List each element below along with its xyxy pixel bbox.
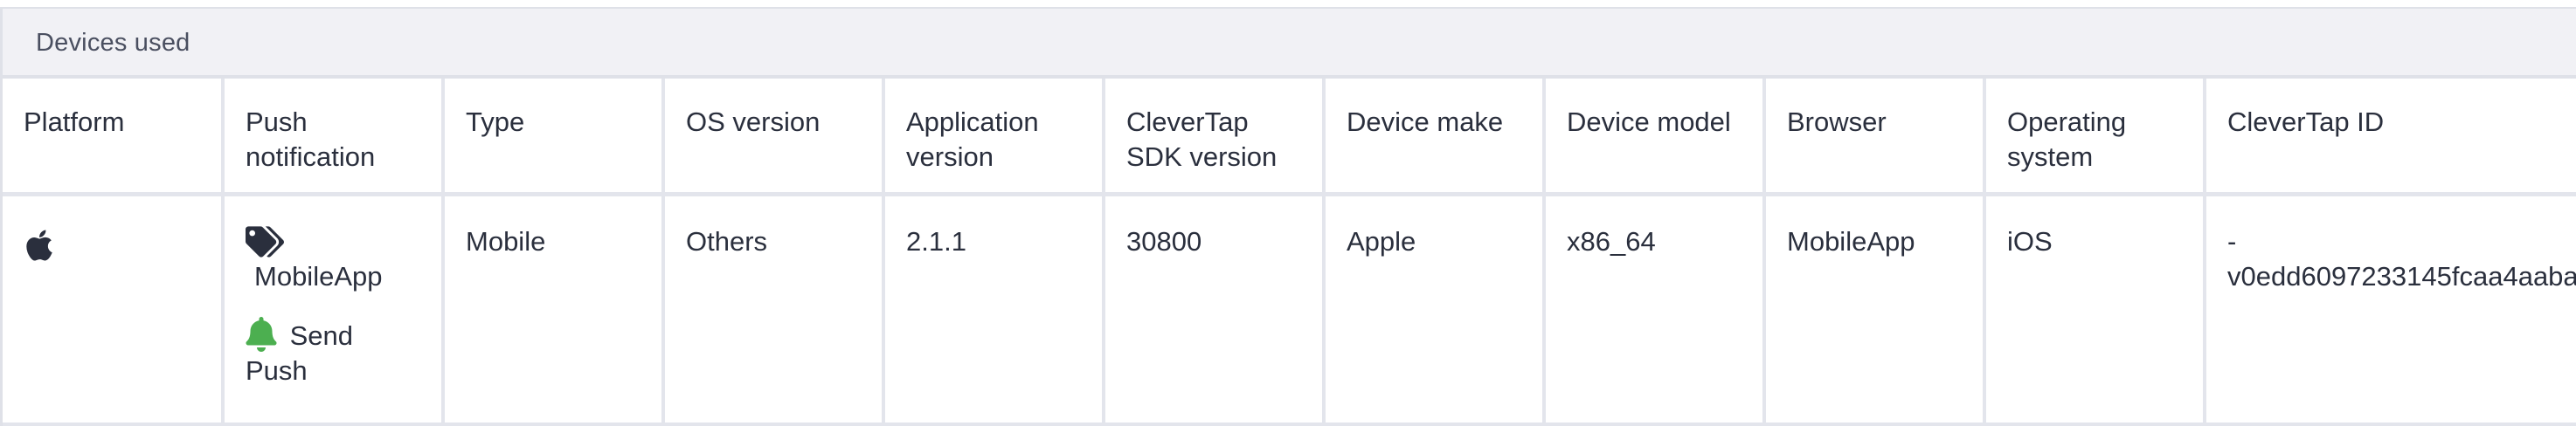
col-header-sdk-version: CleverTap SDK version xyxy=(1104,79,1326,196)
col-header-clevertap-id: CleverTap ID xyxy=(2205,79,2576,196)
panel-header: Devices used xyxy=(3,9,2576,79)
col-header-application-version: Application version xyxy=(883,79,1105,196)
cell-device-make: Apple xyxy=(1324,194,1546,426)
panel-title: Devices used xyxy=(36,29,190,57)
cell-application-version: 2.1.1 xyxy=(883,194,1105,426)
devices-table: Platform Push notification Type OS versi… xyxy=(3,79,2576,426)
tags-icon xyxy=(246,224,420,258)
col-header-operating-system: Operating system xyxy=(1984,79,2206,196)
col-header-os-version: OS version xyxy=(663,79,885,196)
col-header-browser: Browser xyxy=(1764,79,1986,196)
cell-sdk-version: 30800 xyxy=(1104,194,1326,426)
clevertap-id-value: v0edd6097233145fcaa4aaba xyxy=(2227,260,2576,292)
send-push-link[interactable]: Send Push xyxy=(246,316,420,388)
push-app-name: MobileApp xyxy=(254,260,383,292)
col-header-push-notification: Push notification xyxy=(223,79,445,196)
col-header-device-make: Device make xyxy=(1324,79,1546,196)
col-header-platform: Platform xyxy=(3,79,225,196)
devices-used-panel: Devices used Platform Push notification … xyxy=(0,7,2576,426)
col-header-device-model: Device model xyxy=(1544,79,1766,196)
table-row: MobileApp Send Push Mobile Others 2.1.1 … xyxy=(3,194,2576,426)
cell-browser: MobileApp xyxy=(1764,194,1986,426)
apple-icon xyxy=(24,228,200,263)
col-header-type: Type xyxy=(443,79,665,196)
cell-type: Mobile xyxy=(443,194,665,426)
cell-push-notification: MobileApp Send Push xyxy=(223,194,445,426)
bell-icon xyxy=(246,316,290,352)
cell-operating-system: iOS xyxy=(1984,194,2206,426)
cell-device-model: x86_64 xyxy=(1544,194,1766,426)
cell-platform xyxy=(3,194,225,426)
clevertap-id-prefix: - xyxy=(2227,225,2237,257)
cell-clevertap-id: - v0edd6097233145fcaa4aaba xyxy=(2205,194,2576,426)
table-header-row: Platform Push notification Type OS versi… xyxy=(3,79,2576,196)
cell-os-version: Others xyxy=(663,194,885,426)
